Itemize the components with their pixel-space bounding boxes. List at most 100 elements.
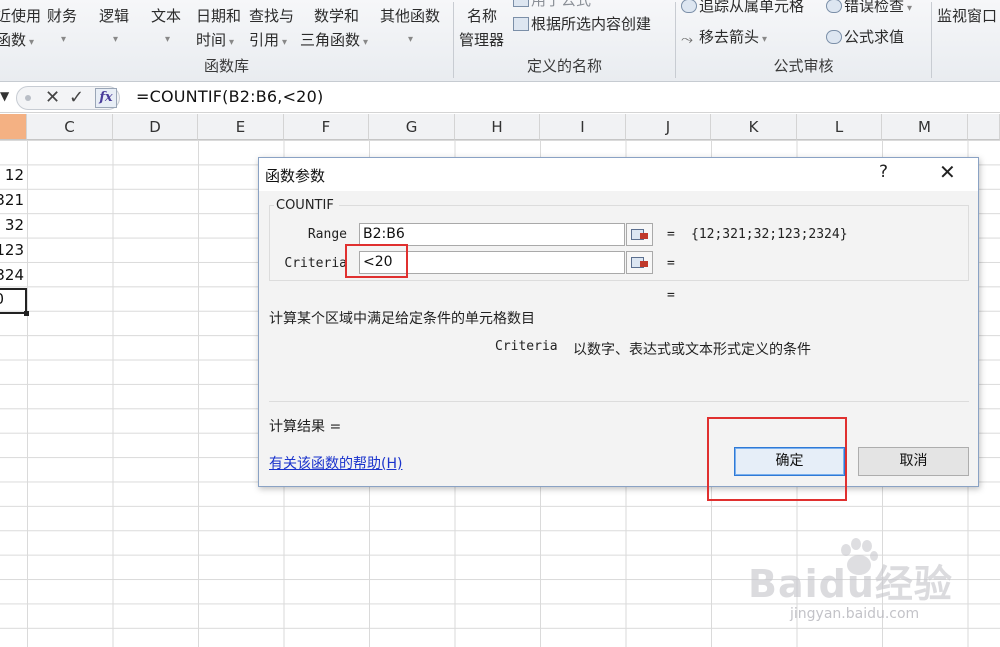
logical-label: 逻辑 (99, 7, 130, 25)
chevron-down-icon: ▾ (61, 34, 67, 45)
chevron-down-icon: ▾ (165, 34, 171, 45)
function-name: COUNTIF (276, 198, 334, 213)
financial-button[interactable]: 财务 ▾ (47, 4, 77, 52)
criteria-label: Criteria (284, 256, 347, 271)
fieldset-border (339, 205, 969, 206)
lookup-label-bottom: 引用 ▾ (249, 31, 288, 49)
create-from-selection-button[interactable]: 根据所选内容创建 (513, 12, 651, 36)
ok-highlight-box (707, 417, 847, 501)
namebox-dropdown-icon[interactable]: ▼ (0, 89, 9, 103)
logical-button[interactable]: 逻辑 ▾ (99, 4, 129, 52)
chevron-down-icon: ▾ (113, 34, 119, 45)
function-help-link[interactable]: 有关该函数的帮助(H) (269, 453, 402, 473)
enter-check-icon[interactable]: ✓ (69, 87, 84, 109)
column-header[interactable]: G (369, 114, 455, 140)
error-checking-button[interactable]: 错误检查 ▾ (826, 0, 912, 21)
datetime-label-top: 日期和 (196, 7, 242, 25)
formula-input[interactable]: =COUNTIF(B2:B6,<20) (136, 87, 323, 106)
chevron-down-icon: ▾ (363, 37, 369, 48)
cancel-button[interactable]: 取消 (858, 447, 969, 476)
active-cell-border (0, 288, 29, 316)
column-header[interactable]: J (626, 114, 711, 140)
datetime-label-bottom: 时间 ▾ (196, 31, 235, 49)
ribbon: 近使用 函数▾ 财务 ▾ 逻辑 ▾ 文本 ▾ 日期和 时间▾ 查找与 引用▾ 数… (0, 0, 1000, 82)
recently-used-label-bottom: 函数▾ (0, 31, 35, 49)
formula-controls: ✕ ✓ fx (16, 86, 120, 110)
function-arguments-dialog: 函数参数 ? ✕ COUNTIF Range B2:B6 = {12;321;3… (258, 157, 979, 487)
column-header[interactable]: E (198, 114, 284, 140)
help-icon[interactable]: ? (879, 162, 888, 182)
evaluate-icon (826, 30, 842, 44)
remove-arrows-label: 移去箭头 (699, 28, 760, 46)
formula-icon (513, 0, 529, 7)
table-icon (513, 17, 529, 31)
text-label: 文本 (151, 7, 182, 25)
criteria-collapse-button[interactable] (626, 251, 653, 274)
column-header[interactable]: I (540, 114, 626, 140)
collapse-arrow-icon (640, 261, 648, 267)
datetime-button[interactable]: 日期和 时间 ▾ (196, 4, 241, 55)
criteria-equals: = (667, 256, 675, 271)
range-label: Range (307, 227, 347, 242)
watch-window-button[interactable]: 监视窗口 (937, 4, 997, 28)
remove-arrows-button[interactable]: ⤳ 移去箭头 ▾ (681, 25, 767, 52)
more-functions-button[interactable]: 其他函数 ▾ (380, 4, 440, 52)
watch-window-label: 监视窗口 (937, 7, 998, 25)
close-icon[interactable]: ✕ (939, 160, 956, 184)
recently-used-button[interactable]: 近使用 函数▾ (0, 4, 41, 55)
chevron-down-icon: ▾ (282, 37, 288, 48)
cell-b3[interactable]: 321 (0, 191, 24, 209)
name-manager-label-top: 名称 (467, 7, 498, 25)
collapse-arrow-icon (640, 233, 648, 239)
text-button[interactable]: 文本 ▾ (151, 4, 181, 52)
result-label: 计算结果 = (269, 419, 342, 435)
name-manager-button[interactable]: 名称 管理器 (459, 4, 504, 52)
trace-arrow-icon (681, 0, 697, 13)
range-result: {12;321;32;123;2324} (691, 227, 848, 242)
cell-b2[interactable]: 12 (0, 166, 24, 184)
column-header[interactable]: D (113, 114, 198, 140)
lookup-label-top: 查找与 (249, 7, 295, 25)
fieldset-border (269, 205, 274, 206)
column-header-b[interactable] (0, 114, 27, 140)
fill-handle[interactable] (24, 311, 29, 316)
column-header[interactable]: L (797, 114, 882, 140)
column-header[interactable]: M (882, 114, 968, 140)
range-input[interactable]: B2:B6 (359, 223, 625, 246)
cell-b6[interactable]: 324 (0, 266, 24, 284)
cell-b4[interactable]: 32 (0, 216, 24, 234)
financial-label: 财务 (47, 7, 78, 25)
column-header[interactable]: F (284, 114, 369, 140)
column-header[interactable]: H (455, 114, 540, 140)
lookup-reference-button[interactable]: 查找与 引用 ▾ (249, 4, 294, 55)
math-trig-button[interactable]: 数学和 三角函数 ▾ (300, 4, 368, 55)
column-header[interactable]: C (27, 114, 113, 140)
group-label-function-library: 函数库 (203, 57, 249, 75)
cell-b5[interactable]: 123 (0, 241, 24, 259)
formula-bar: ▼ ✕ ✓ fx =COUNTIF(B2:B6,<20) (0, 83, 1000, 113)
divider (269, 401, 969, 402)
range-equals: = (667, 227, 675, 242)
column-header[interactable]: K (711, 114, 797, 140)
parameter-name: Criteria (495, 339, 558, 354)
criteria-highlight-box (345, 244, 408, 278)
math-label-top: 数学和 (314, 7, 360, 25)
watermark-brand: Baidu经验 (748, 562, 953, 606)
insert-function-icon[interactable]: fx (95, 88, 117, 108)
chevron-down-icon: ▾ (229, 37, 235, 48)
dialog-titlebar[interactable]: 函数参数 ? ✕ (259, 158, 978, 191)
create-from-selection-label: 根据所选内容创建 (531, 15, 652, 33)
trace-dependents-button[interactable]: 追踪从属单元格 (681, 0, 804, 18)
use-in-formula-label: 用于公式 (531, 0, 592, 9)
recently-used-label-top: 近使用 (0, 7, 42, 25)
column-header[interactable] (968, 114, 1000, 140)
cancel-icon[interactable]: ✕ (45, 87, 60, 109)
watermark-url: jingyan.baidu.com (790, 606, 920, 622)
grip-icon (25, 95, 31, 101)
chevron-down-icon: ▾ (29, 37, 35, 48)
use-in-formula-button[interactable]: 用于公式 (513, 0, 591, 12)
parameter-description: 以数字、表达式或文本形式定义的条件 (573, 342, 811, 358)
evaluate-formula-button[interactable]: 公式求值 (826, 25, 904, 49)
range-collapse-button[interactable] (626, 223, 653, 246)
group-separator (931, 2, 932, 78)
